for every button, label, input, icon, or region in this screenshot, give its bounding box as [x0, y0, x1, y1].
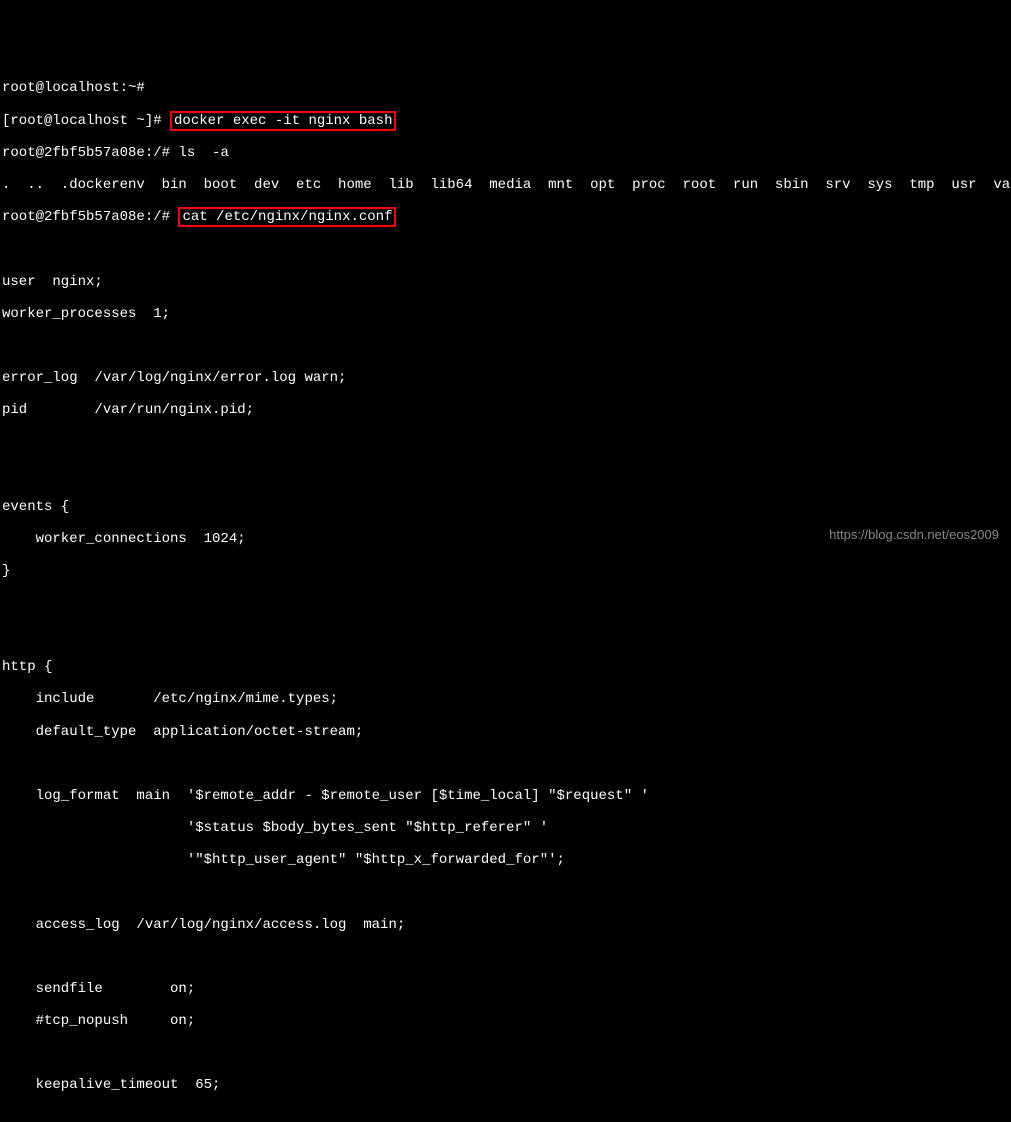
conf-line: pid /var/run/nginx.pid; [2, 402, 1009, 418]
conf-line [2, 885, 1009, 901]
conf-line [2, 241, 1009, 257]
conf-line [2, 756, 1009, 772]
conf-line: include /etc/nginx/mime.types; [2, 691, 1009, 707]
conf-line: worker_processes 1; [2, 306, 1009, 322]
conf-line [2, 1045, 1009, 1061]
conf-line [2, 466, 1009, 482]
cmd-ls: ls -a [178, 145, 228, 161]
conf-line [2, 595, 1009, 611]
conf-line: keepalive_timeout 65; [2, 1077, 1009, 1093]
highlight-cmd2: cat /etc/nginx/nginx.conf [178, 207, 396, 227]
conf-line: user nginx; [2, 274, 1009, 290]
prompt-container-1: root@2fbf5b57a08e:/# [2, 145, 178, 161]
conf-line [2, 949, 1009, 965]
watermark-text: https://blog.csdn.net/eos2009 [829, 528, 999, 543]
conf-line: log_format main '$remote_addr - $remote_… [2, 788, 1009, 804]
conf-line [2, 1110, 1009, 1122]
highlight-cmd1: docker exec -it nginx bash [170, 111, 396, 131]
conf-line: events { [2, 499, 1009, 515]
conf-line [2, 434, 1009, 450]
prompt-localhost: [root@localhost ~]# [2, 113, 170, 129]
terminal-output[interactable]: root@localhost:~# [root@localhost ~]# do… [0, 64, 1011, 1122]
conf-line: } [2, 563, 1009, 579]
conf-line: default_type application/octet-stream; [2, 724, 1009, 740]
line-partial-top: root@localhost:~# [2, 80, 145, 96]
ls-output: . .. .dockerenv bin boot dev etc home li… [2, 177, 1011, 193]
conf-line: http { [2, 659, 1009, 675]
cmd-docker-exec: docker exec -it nginx bash [174, 113, 392, 129]
conf-line: access_log /var/log/nginx/access.log mai… [2, 917, 1009, 933]
cmd-cat-conf: cat /etc/nginx/nginx.conf [182, 209, 392, 225]
conf-line [2, 627, 1009, 643]
conf-line: '"$http_user_agent" "$http_x_forwarded_f… [2, 852, 1009, 868]
prompt-container-2: root@2fbf5b57a08e:/# [2, 209, 178, 225]
conf-line: #tcp_nopush on; [2, 1013, 1009, 1029]
conf-line [2, 338, 1009, 354]
conf-line: '$status $body_bytes_sent "$http_referer… [2, 820, 1009, 836]
conf-line: error_log /var/log/nginx/error.log warn; [2, 370, 1009, 386]
conf-line: sendfile on; [2, 981, 1009, 997]
